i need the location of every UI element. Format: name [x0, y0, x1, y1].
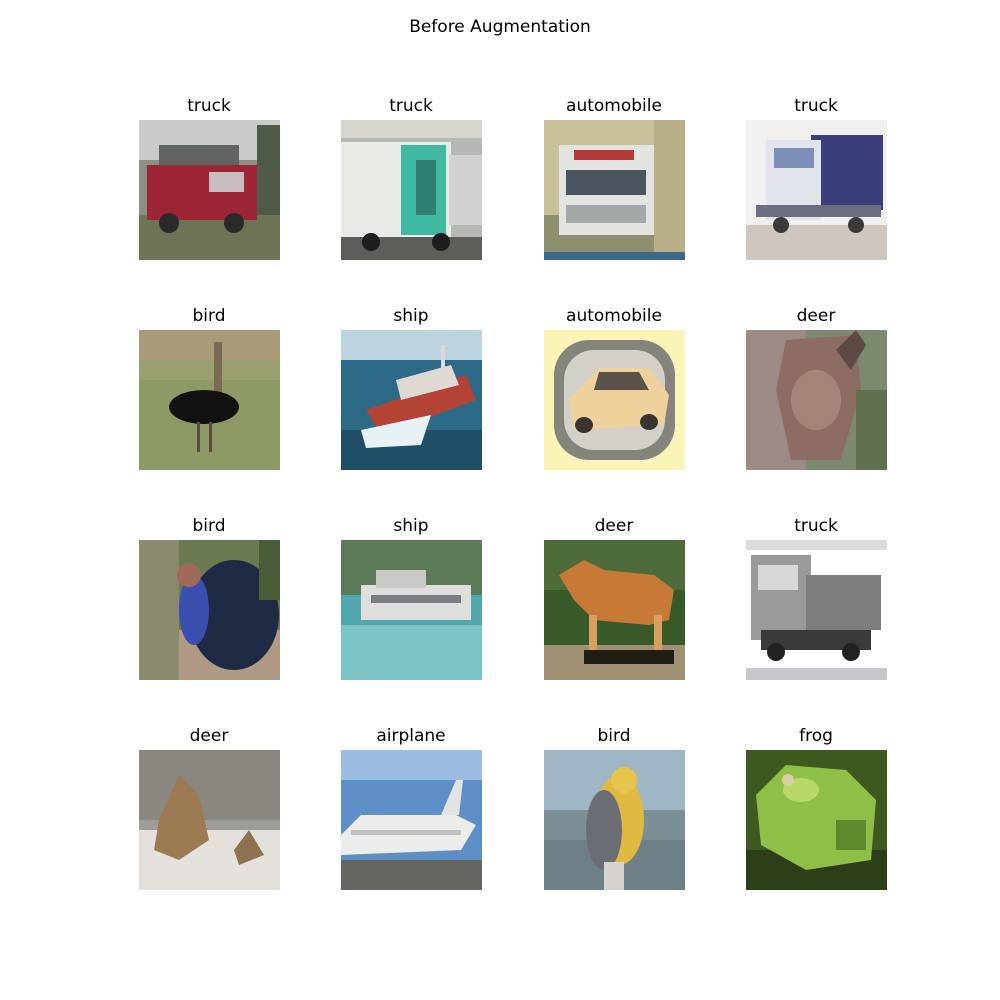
cell-title-6: ship [393, 306, 429, 326]
figure-title: Before Augmentation [409, 17, 591, 37]
thumbnail-15 [544, 750, 685, 890]
cell-title-15: bird [597, 726, 631, 746]
thumbnail-12 [746, 540, 887, 680]
thumbnail-11 [544, 540, 685, 680]
cell-title-16: frog [799, 726, 833, 746]
thumbnail-3 [544, 120, 685, 260]
cell-title-2: truck [389, 96, 433, 116]
cell-title-7: automobile [566, 306, 662, 326]
cell-title-13: deer [189, 726, 229, 746]
cell-title-12: truck [794, 516, 838, 536]
thumbnail-6 [341, 330, 482, 470]
thumbnail-4 [746, 120, 887, 260]
thumbnail-2 [341, 120, 482, 260]
cell-title-9: bird [192, 516, 226, 536]
cell-title-8: deer [796, 306, 836, 326]
thumbnail-14 [341, 750, 482, 890]
thumbnail-7 [544, 330, 685, 470]
cell-title-5: bird [192, 306, 226, 326]
thumbnail-8 [746, 330, 887, 470]
cell-title-4: truck [794, 96, 838, 116]
thumbnail-13 [139, 750, 280, 890]
thumbnail-9 [139, 540, 280, 680]
cell-title-10: ship [393, 516, 429, 536]
thumbnail-5 [139, 330, 280, 470]
thumbnail-16 [746, 750, 887, 890]
thumbnail-1 [139, 120, 280, 260]
cell-title-11: deer [594, 516, 634, 536]
cell-title-14: airplane [376, 726, 446, 746]
cell-title-3: automobile [566, 96, 662, 116]
thumbnail-10 [341, 540, 482, 680]
cell-title-1: truck [187, 96, 231, 116]
